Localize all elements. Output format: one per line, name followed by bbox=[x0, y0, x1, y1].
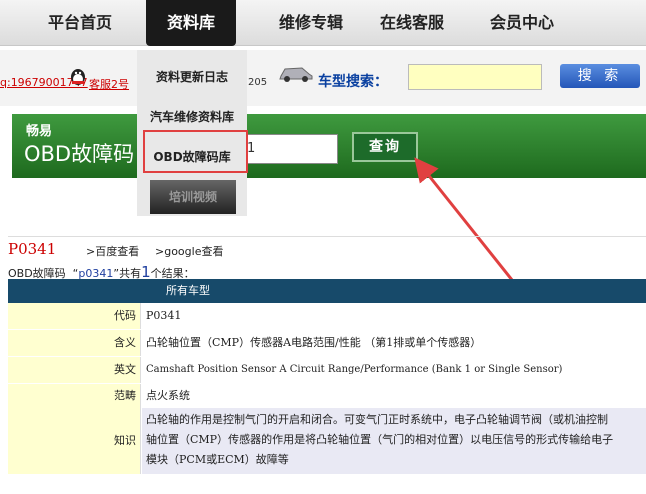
table-row: 英文 Camshaft Position Sensor A Circuit Ra… bbox=[8, 357, 646, 383]
table-row: 知识 凸轮轴的作用是控制气门的开启和闭合。可变气门正时系统中，电子凸轮轴调节阀（… bbox=[8, 408, 646, 474]
table-header: 所有车型 bbox=[8, 279, 646, 303]
result-code: P0341 bbox=[8, 240, 57, 258]
divider bbox=[8, 236, 646, 237]
table-row: 代码 P0341 bbox=[8, 303, 646, 329]
google-link[interactable]: >google查看 bbox=[155, 243, 223, 259]
table-row: 含义 凸轮轴位置（CMP）传感器A电路范围/性能 （第1排或单个传感器） bbox=[8, 330, 646, 356]
baidu-link[interactable]: >百度查看 bbox=[86, 243, 139, 259]
table-row: 范畴 点火系统 bbox=[8, 384, 646, 408]
